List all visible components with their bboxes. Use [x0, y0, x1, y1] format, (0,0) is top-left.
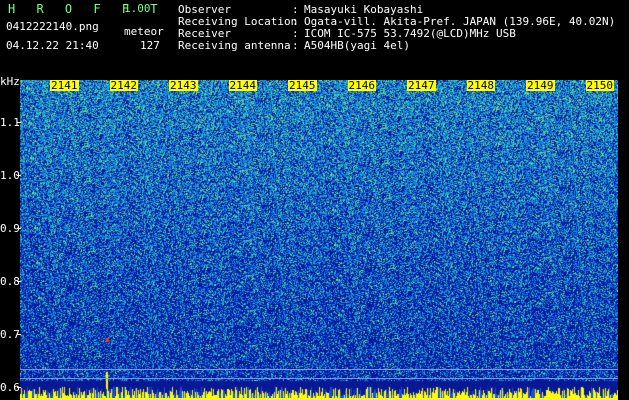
x-tick-label: 2142	[109, 79, 138, 92]
spectrogram	[20, 80, 618, 398]
x-tick-label: 2148	[466, 79, 495, 92]
x-tick-label: 2149	[526, 79, 555, 92]
y-tick-label: 0.9	[0, 222, 20, 236]
y-tick	[17, 281, 21, 283]
antenna-label: Receiving antenna	[178, 39, 291, 52]
timestamp-label: 04.12.22 21:40	[6, 39, 99, 52]
reference-line-upper	[20, 369, 618, 370]
y-tick-label: 0.6	[0, 381, 20, 395]
antenna-sep: :	[292, 39, 299, 52]
y-tick-label: 1.0	[0, 169, 20, 183]
y-tick-label: 0.7	[0, 328, 20, 342]
filename-label: 0412222140.png	[6, 20, 99, 33]
y-tick	[17, 122, 21, 124]
reference-line-lower	[20, 378, 618, 379]
x-tick-label: 2146	[347, 79, 376, 92]
x-tick-label: 2147	[407, 79, 436, 92]
x-tick-label: 2145	[288, 79, 317, 92]
mode-label: meteor	[124, 25, 164, 38]
count-value: 127	[140, 39, 160, 52]
y-tick	[17, 175, 21, 177]
y-tick-label: 1.1	[0, 116, 20, 130]
antenna-value: A504HB(yagi 4el)	[304, 39, 410, 52]
y-axis-title: kHz	[0, 75, 20, 88]
x-tick-label: 2141	[50, 79, 79, 92]
version-label: 1.00	[124, 2, 151, 15]
y-tick	[17, 387, 21, 389]
y-tick-label: 0.8	[0, 275, 20, 289]
antenna-row: Receiving antenna: A504HB(yagi 4el)	[178, 40, 410, 52]
x-tick-label: 2150	[585, 79, 614, 92]
y-tick	[17, 228, 21, 230]
y-tick	[17, 334, 21, 336]
x-tick-label: 2143	[169, 79, 198, 92]
x-tick-label: 2144	[228, 79, 257, 92]
